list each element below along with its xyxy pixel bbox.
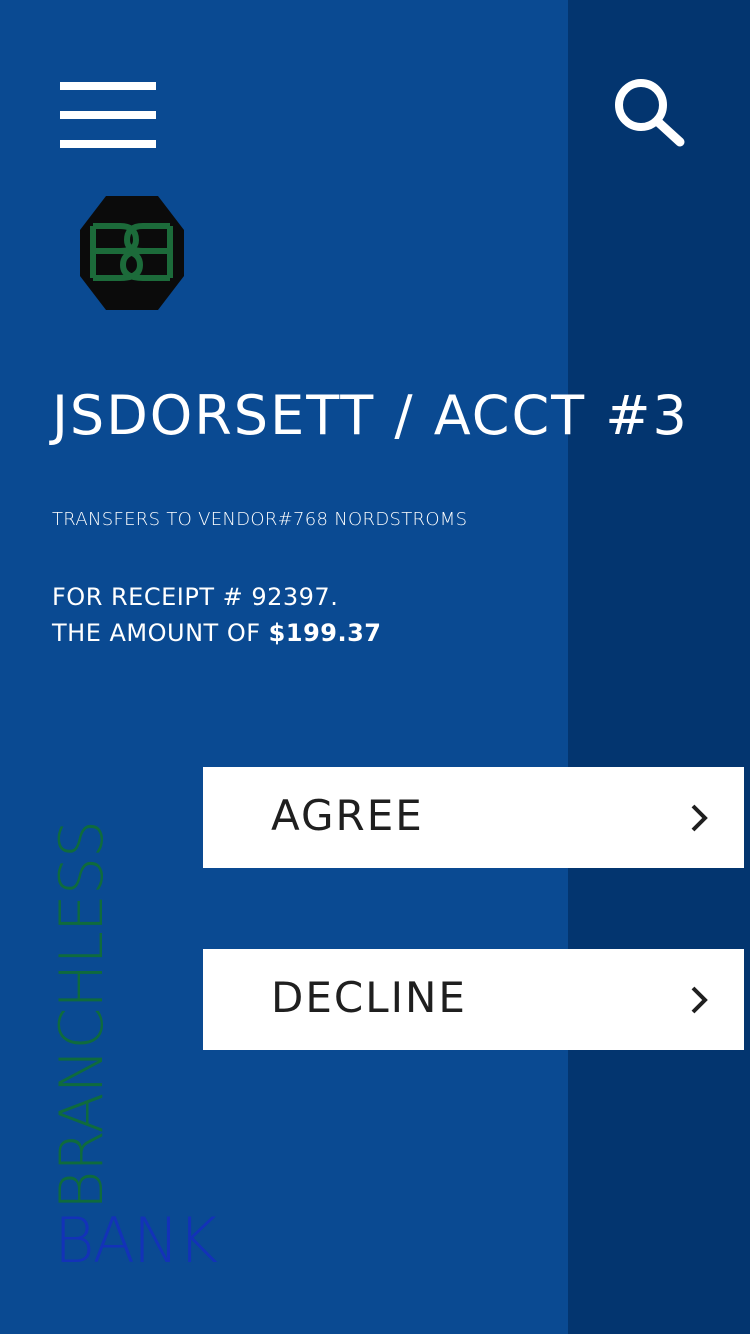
agree-label: AGREE [271,791,424,840]
chevron-right-icon [691,986,708,1014]
decline-button[interactable]: DECLINE [203,949,744,1050]
brand-bank: BANK [54,1204,218,1277]
amount-prefix: THE AMOUNT OF [52,619,261,647]
bb-logo-icon [80,196,184,310]
bank-logo [78,194,186,312]
amount-value: $199.37 [268,619,382,647]
decline-label: DECLINE [271,973,467,1022]
search-icon [615,79,685,147]
menu-bar-top [60,82,156,90]
right-side-panel [568,0,750,1334]
brand-branchless: BRANCHLESS [47,821,117,1210]
receipt-number: FOR RECEIPT # 92397. [52,583,339,611]
chevron-right-icon [691,804,708,832]
search-button[interactable] [608,74,688,154]
brand-vertical-wordmark: BRANCHLESS [47,821,117,1210]
amount-line: THE AMOUNT OF $199.37 [52,619,381,647]
agree-button[interactable]: AGREE [203,767,744,868]
menu-bar-bottom [60,140,156,148]
hamburger-menu-button[interactable] [60,80,156,150]
transfer-description: TRANSFERS TO VENDOR#768 NORDSTROMS [52,509,468,530]
account-title: JSDORSETT / ACCT #3 [52,384,689,447]
menu-bar-middle [60,111,156,119]
